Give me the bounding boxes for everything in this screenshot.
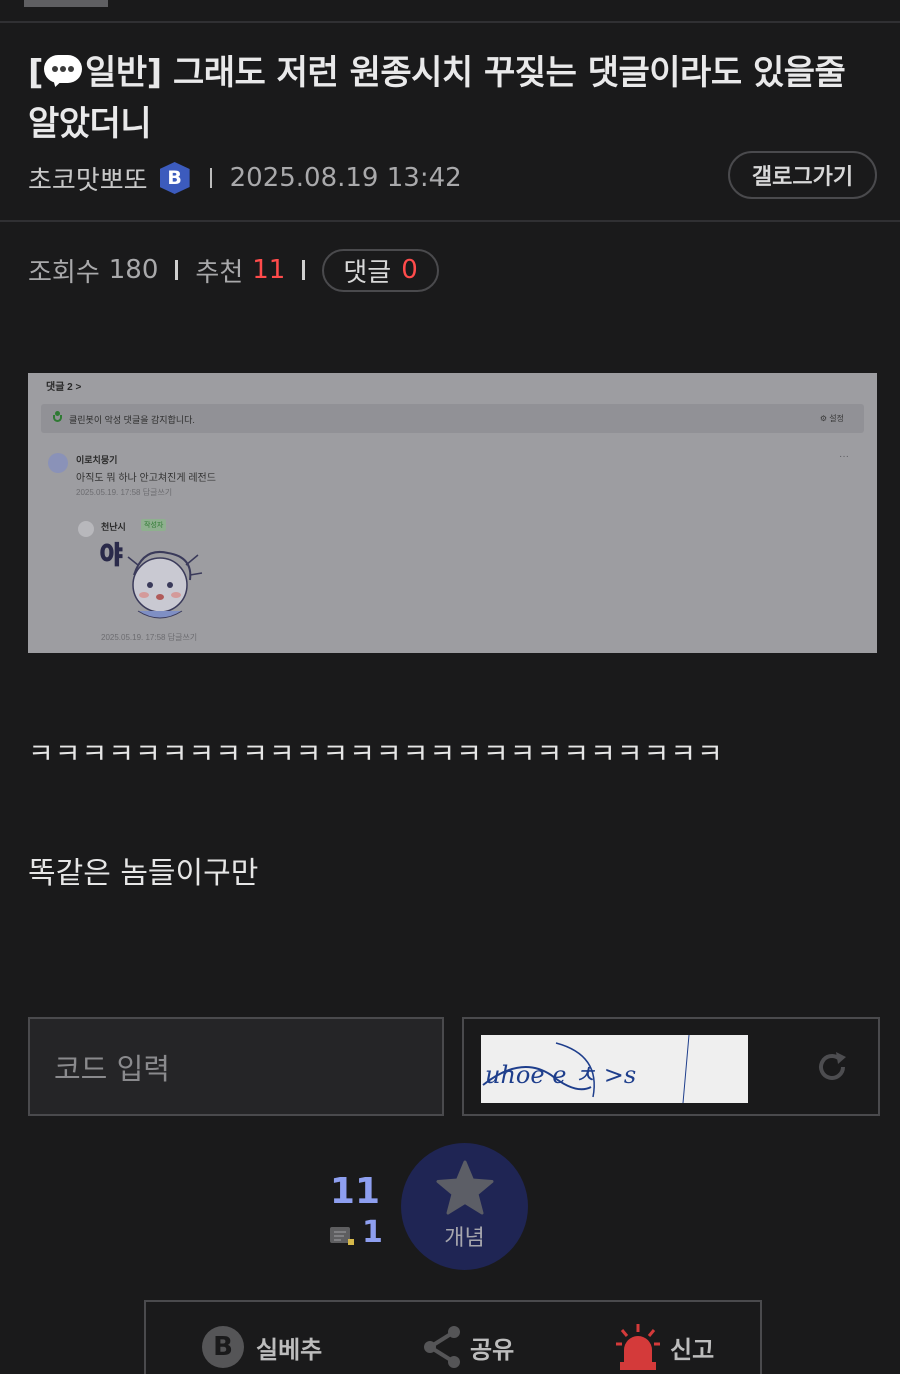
sticker-text: 야	[100, 541, 122, 569]
fix-count: 1	[362, 1215, 383, 1250]
best-recommend-label: 실베추	[256, 1335, 323, 1364]
divider	[0, 21, 900, 23]
post-date: 2025.08.19 13:42	[229, 163, 462, 193]
author-name[interactable]: 초코맛뽀또	[28, 160, 148, 197]
shot-comment-author: 천난시	[101, 522, 126, 532]
post-stats: 조회수 180 추천 11 댓글 0	[28, 248, 439, 292]
shot-comment-text: 아직도 뭐 하나 안고쳐진게 레전드	[76, 473, 216, 484]
captcha-image-text: uhoe e ㅊ >s	[485, 1061, 636, 1089]
captcha-box: uhoe e ㅊ >s	[462, 1017, 880, 1116]
post-category: 일반	[85, 53, 147, 93]
best-recommend-button[interactable]: B 실베추	[202, 1322, 322, 1372]
post-body-line: 똑같은 놈들이구만	[28, 856, 259, 891]
user-badge-icon: B	[159, 162, 190, 194]
shot-comment-meta: 2025.05.19. 17:58 답글쓰기	[101, 633, 198, 642]
refresh-icon[interactable]	[815, 1050, 849, 1084]
share-icon	[424, 1326, 460, 1368]
shot-comment-meta: 2025.05.19. 17:58 답글쓰기	[76, 488, 173, 497]
comments-label: 댓글	[343, 257, 392, 288]
shot-avatar	[78, 521, 94, 537]
top-tab-indicator	[24, 0, 108, 7]
speech-bubble-icon	[43, 53, 83, 89]
recommend-label: 추천	[195, 257, 244, 288]
vote-count: 11	[329, 1171, 380, 1212]
shot-comment-author: 이로치뭉기	[76, 455, 118, 465]
shot-more-icon: ···	[839, 451, 849, 462]
views-count: 180	[108, 255, 159, 285]
sprout-icon-base	[53, 415, 62, 422]
report-label: 신고	[670, 1335, 715, 1364]
siren-icon	[616, 1324, 660, 1370]
title-bracket-close: ]	[146, 53, 173, 93]
report-button[interactable]: 신고	[616, 1322, 714, 1372]
shot-avatar	[48, 453, 68, 473]
upvote-button[interactable]: 개념	[401, 1143, 528, 1270]
captcha-image: uhoe e ㅊ >s	[481, 1035, 748, 1103]
share-label: 공유	[470, 1335, 515, 1364]
share-button[interactable]: 공유	[422, 1322, 514, 1372]
action-bar: B 실베추 공유 신고	[144, 1300, 762, 1374]
gallog-button[interactable]: 갤로그가기	[728, 151, 877, 199]
embedded-screenshot-image: 댓글 2 > 클린봇이 악성 댓글을 감지합니다. ⚙ 설정 이로치뭉기 아직도…	[28, 373, 877, 653]
shot-cleanbot-bar: 클린봇이 악성 댓글을 감지합니다. ⚙ 설정	[41, 404, 864, 433]
b-badge-icon: B	[202, 1326, 244, 1368]
post-title: [일반] 그래도 저런 원종시치 꾸짖는 댓글이라도 있을줄 알았더니	[28, 48, 873, 150]
shot-settings: ⚙ 설정	[819, 414, 844, 423]
upvote-label: 개념	[444, 1226, 485, 1251]
post-body-line: ㅋㅋㅋㅋㅋㅋㅋㅋㅋㅋㅋㅋㅋㅋㅋㅋㅋㅋㅋㅋㅋㅋㅋㅋㅋㅋ	[28, 737, 724, 770]
fix-notepad-icon	[330, 1227, 354, 1245]
stat-separator	[175, 260, 179, 280]
recommend-count: 11	[252, 255, 286, 285]
comments-button[interactable]: 댓글 0	[322, 248, 439, 292]
shot-author-tag: 작성자	[141, 519, 167, 531]
views-label: 조회수	[28, 257, 100, 288]
post-meta: 초코맛뽀또 B 2025.08.19 13:42	[28, 158, 462, 198]
comments-count: 0	[401, 255, 418, 285]
shot-cleanbot-text: 클린봇이 악성 댓글을 감지합니다.	[69, 415, 195, 425]
divider	[0, 220, 900, 222]
sticker-image: 야	[99, 540, 203, 619]
title-bracket-open: [	[28, 53, 44, 93]
shot-comment-header: 댓글 2 >	[46, 382, 82, 393]
captcha-code-input[interactable]: 코드 입력	[28, 1017, 444, 1116]
meta-separator	[209, 168, 212, 188]
star-icon	[436, 1160, 493, 1215]
stat-separator	[302, 260, 306, 280]
